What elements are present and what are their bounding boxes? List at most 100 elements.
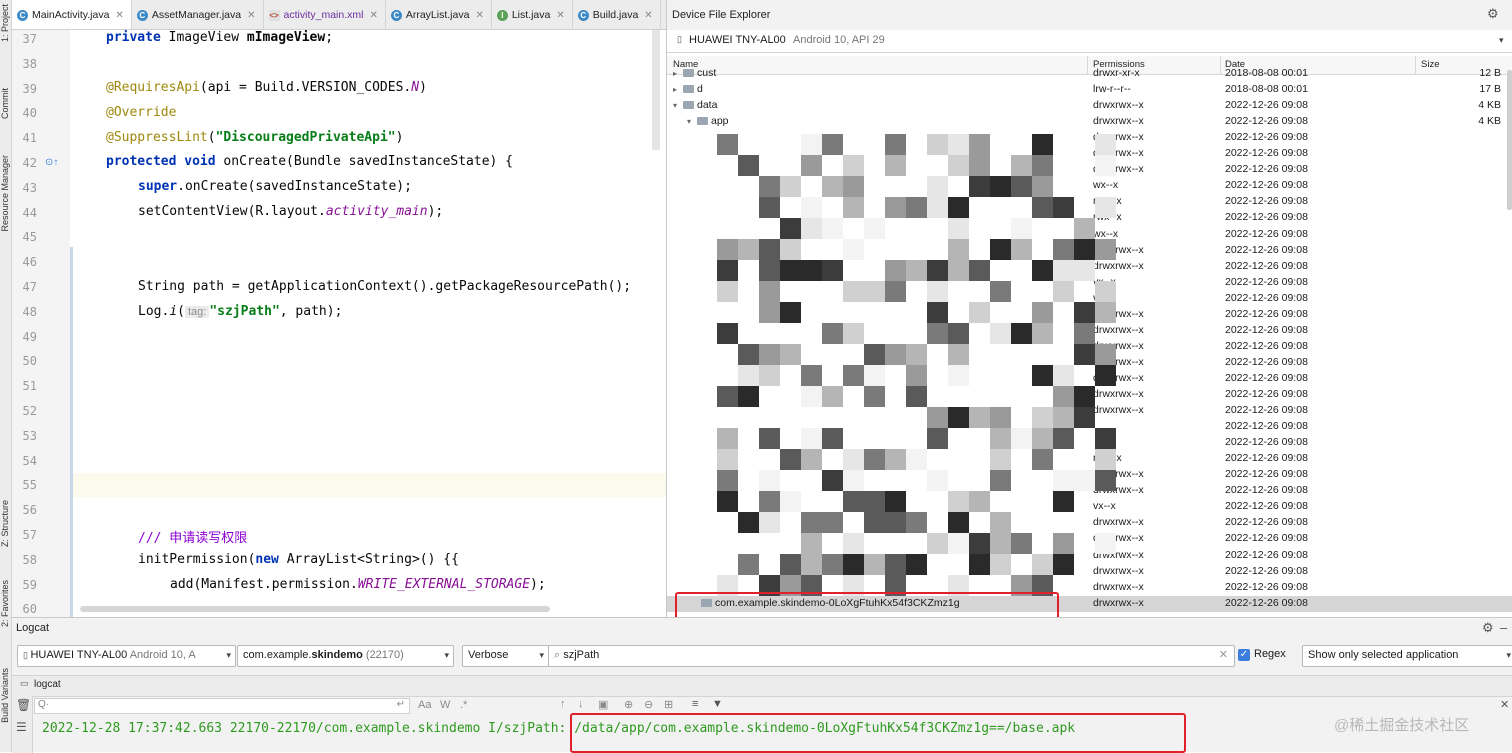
file-row[interactable]: drwxrwx--x 2022-12-26 09:08 — [667, 130, 1512, 146]
device-info: Android 10, API 29 — [793, 34, 885, 46]
log-level-select[interactable]: Verbose ▾ — [462, 645, 549, 667]
remove-occurrence-icon[interactable]: ⊖ — [644, 698, 653, 711]
favorites-tool-button[interactable]: 2: Favorites — [0, 580, 12, 627]
sort-icon[interactable]: ≡ — [692, 698, 698, 710]
redaction-pixel — [864, 449, 885, 470]
up-arrow-icon[interactable]: ↑ — [560, 698, 566, 710]
file-row[interactable]: ▾ data drwxrwx--x 2022-12-26 09:08 4 KB — [667, 98, 1512, 114]
file-row[interactable]: drwxrwx--x 2022-12-26 09:08 — [667, 515, 1512, 531]
match-case-icon[interactable]: Aa — [418, 699, 431, 711]
resource-manager-tool-button[interactable]: Resource Manager — [0, 155, 12, 232]
file-row[interactable]: ▾ app drwxrwx--x 2022-12-26 09:08 4 KB — [667, 114, 1512, 130]
redaction-pixel — [906, 197, 927, 218]
redaction-pixel — [1032, 407, 1053, 428]
class-icon: C — [136, 9, 148, 21]
redaction-pixel — [948, 197, 969, 218]
build-variants-tool-button[interactable]: Build Variants — [0, 668, 12, 723]
redaction-pixel — [717, 281, 738, 302]
line-number: 39 — [22, 81, 37, 96]
redaction-pixel — [948, 239, 969, 260]
close-icon[interactable]: ✕ — [369, 10, 377, 21]
redaction-pixel — [801, 512, 822, 533]
line-number: 54 — [22, 453, 37, 468]
add-occurrence-icon[interactable]: ⊕ — [624, 698, 633, 711]
redaction-pixel — [1032, 134, 1053, 155]
override-gutter-icon[interactable]: ⊙↑ — [45, 157, 58, 168]
select-all-icon[interactable]: ▣ — [598, 698, 608, 711]
file-row[interactable]: ▸ cust drwxr-xr-x 2018-08-08 00:01 12 B — [667, 66, 1512, 82]
file-row[interactable]: drwxrwx--x 2022-12-26 09:08 — [667, 531, 1512, 547]
tab-arraylist[interactable]: C ArrayList.java ✕ — [386, 0, 492, 29]
file-permissions: drwxrwx--x — [1093, 115, 1144, 128]
close-icon[interactable]: ✕ — [556, 10, 564, 21]
code-line-37: private ImageView mImageView; — [106, 30, 334, 45]
tab-activity-main-xml[interactable]: <> activity_main.xml ✕ — [264, 0, 386, 29]
gear-icon[interactable]: ⚙ — [1482, 620, 1494, 636]
tab-assetmanager[interactable]: C AssetManager.java ✕ — [132, 0, 264, 29]
close-icon[interactable]: ✕ — [115, 10, 123, 21]
redaction-pixel — [864, 218, 885, 239]
redaction-pixel — [801, 533, 822, 554]
redaction-pixel — [843, 176, 864, 197]
redaction-pixel — [717, 260, 738, 281]
expand-arrow-icon[interactable]: ▸ — [673, 69, 683, 78]
soft-wrap-icon[interactable]: ☰ — [16, 720, 27, 734]
redaction-pixel — [927, 176, 948, 197]
redaction-pixel — [927, 197, 948, 218]
redaction-pixel — [948, 407, 969, 428]
regex-checkbox[interactable]: ✓ — [1238, 649, 1250, 661]
tab-mainactivity[interactable]: C MainActivity.java ✕ — [12, 0, 132, 29]
project-tool-button[interactable]: 1: Project — [0, 4, 12, 42]
redaction-pixel — [927, 134, 948, 155]
chevron-down-icon[interactable]: ▾ — [1499, 35, 1504, 46]
regex-icon[interactable]: .* — [460, 699, 467, 711]
logcat-inline-search[interactable]: Q· ↵ — [34, 698, 410, 714]
clear-icon[interactable]: ✕ — [1219, 646, 1228, 664]
code-editor[interactable]: 37 38 39 40 41 42 43 44 45 46 47 48 49 50 51 52 53 54 55 56… — [12, 30, 666, 617]
redaction-pixel — [1074, 386, 1095, 407]
expand-arrow-icon[interactable]: ▾ — [673, 101, 683, 110]
file-row[interactable]: ▸ d lrw-r--r-- 2018-08-08 00:01 17 B — [667, 82, 1512, 98]
expand-arrow-icon[interactable]: ▾ — [687, 117, 697, 126]
down-arrow-icon[interactable]: ↓ — [578, 698, 584, 710]
folder-icon — [683, 101, 694, 110]
expand-arrow-icon[interactable]: ▸ — [673, 85, 683, 94]
dfe-scrollbar[interactable] — [1507, 70, 1512, 210]
redaction-pixel — [1053, 260, 1074, 281]
redaction-pixel — [1032, 176, 1053, 197]
redaction-pixel — [1074, 407, 1095, 428]
gear-icon[interactable]: ⚙ — [1487, 6, 1499, 22]
minimize-icon[interactable]: – — [1500, 620, 1507, 635]
commit-tool-button[interactable]: Commit — [0, 88, 12, 119]
logcat-process-select[interactable]: com.example.skindemo (22170) ▾ — [237, 645, 454, 667]
filter-select[interactable]: Show only selected application ▾ — [1302, 645, 1512, 667]
editor-horizontal-scrollbar[interactable] — [80, 606, 550, 612]
logcat-device-select[interactable]: ▯ HUAWEI TNY-AL00 Android 10, A ▾ — [17, 645, 236, 667]
file-permissions: wx--x — [1093, 179, 1119, 192]
file-date: 2022-12-26 09:08 — [1225, 131, 1308, 144]
redaction-pixel — [759, 512, 780, 533]
close-icon[interactable]: ✕ — [644, 10, 652, 21]
line-number: 41 — [22, 131, 37, 146]
tab-list[interactable]: I List.java ✕ — [492, 0, 573, 29]
filter-value: Show only selected application — [1308, 649, 1459, 661]
device-selector[interactable]: ▯ HUAWEI TNY-AL00 Android 10, API 29 ▾ — [667, 30, 1512, 53]
whole-word-icon[interactable]: W — [440, 699, 450, 711]
file-date: 2018-08-08 00:01 — [1225, 67, 1308, 79]
file-row[interactable]: drwxrwx--x 2022-12-26 09:08 — [667, 146, 1512, 162]
file-row[interactable]: drwxrwx--x 2022-12-26 09:08 — [667, 371, 1512, 387]
file-date: 2022-12-26 09:08 — [1225, 388, 1308, 400]
logcat-search-input[interactable]: ⌕ szjPath ✕ — [548, 645, 1235, 667]
close-icon[interactable]: ✕ — [475, 10, 483, 21]
close-icon[interactable]: ✕ — [247, 10, 255, 21]
editor-scrollbar[interactable] — [652, 30, 660, 150]
filter-icon[interactable]: ▼ — [712, 698, 723, 710]
select-occurrences-icon[interactable]: ⊞ — [664, 698, 673, 711]
tab-logcat[interactable]: logcat — [34, 679, 61, 690]
redaction-pixel — [843, 449, 864, 470]
trash-icon[interactable]: 🗑 — [16, 698, 31, 712]
close-icon[interactable]: ✕ — [1500, 698, 1509, 711]
redaction-pixel — [780, 218, 801, 239]
tab-build[interactable]: C Build.java ✕ — [573, 0, 661, 29]
structure-tool-button[interactable]: Z: Structure — [0, 500, 12, 547]
